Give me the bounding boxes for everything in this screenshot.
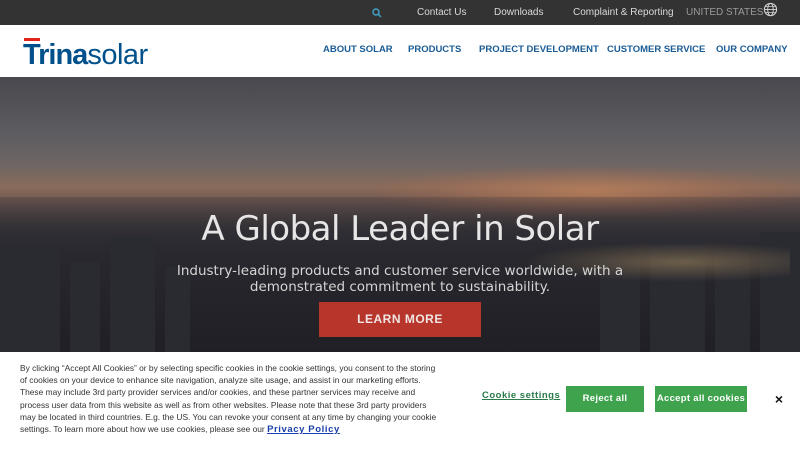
logo-name-bold: Trina bbox=[23, 39, 88, 71]
nav-project-development[interactable]: PROJECT DEVELOPMENT bbox=[479, 25, 599, 77]
cookie-text-block: By clicking “Accept All Cookies” or by s… bbox=[20, 362, 444, 436]
globe-icon[interactable] bbox=[763, 0, 779, 25]
nav-about-solar[interactable]: ABOUT SOLAR bbox=[323, 25, 393, 77]
logo-name-light: solar bbox=[87, 39, 148, 71]
utility-bar: Contact Us Downloads Complaint & Reporti… bbox=[0, 0, 800, 25]
reject-all-button[interactable]: Reject all bbox=[566, 386, 644, 412]
logo-accent-bar bbox=[24, 38, 40, 41]
cookie-settings-link[interactable]: Cookie settings bbox=[482, 390, 560, 401]
accept-all-cookies-button[interactable]: Accept all cookies bbox=[655, 386, 747, 412]
building bbox=[0, 247, 60, 352]
hero-banner: A Global Leader in Solar Industry-leadin… bbox=[0, 77, 800, 352]
building bbox=[110, 237, 155, 352]
main-nav: Trinasolar ABOUT SOLAR PRODUCTS PROJECT … bbox=[0, 25, 800, 77]
building bbox=[70, 262, 100, 352]
learn-more-button[interactable]: LEARN MORE bbox=[319, 302, 481, 337]
complaint-reporting-link[interactable]: Complaint & Reporting bbox=[573, 0, 674, 25]
country-selector[interactable]: UNITED STATES bbox=[686, 0, 763, 25]
nav-our-company[interactable]: OUR COMPANY bbox=[716, 25, 788, 77]
hero-subtitle: Industry-leading products and customer s… bbox=[176, 263, 624, 295]
search-icon[interactable] bbox=[372, 0, 386, 25]
contact-us-link[interactable]: Contact Us bbox=[417, 0, 466, 25]
trina-solar-logo[interactable]: Trinasolar bbox=[23, 38, 148, 71]
downloads-link[interactable]: Downloads bbox=[494, 0, 543, 25]
nav-customer-service[interactable]: CUSTOMER SERVICE bbox=[607, 25, 705, 77]
cookie-banner: By clicking “Accept All Cookies” or by s… bbox=[0, 352, 800, 450]
close-icon[interactable]: × bbox=[772, 392, 786, 406]
hero-title: A Global Leader in Solar bbox=[201, 209, 599, 249]
cookie-consent-text: By clicking “Accept All Cookies” or by s… bbox=[20, 363, 437, 435]
nav-products[interactable]: PRODUCTS bbox=[408, 25, 461, 77]
privacy-policy-link[interactable]: Privacy Policy bbox=[267, 424, 340, 435]
